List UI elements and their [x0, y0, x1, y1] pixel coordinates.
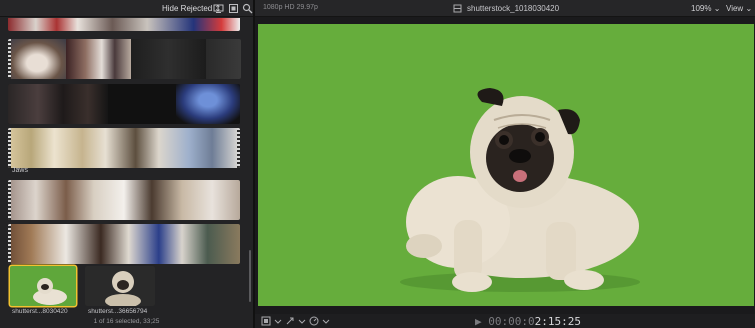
- filmstrip-clip[interactable]: [8, 39, 241, 79]
- filmstrip-clip[interactable]: [8, 128, 240, 168]
- filmstrip-clip[interactable]: [8, 224, 240, 264]
- viewer-header: 1080p HD 29.97p shutterstock_1018030420 …: [255, 0, 755, 17]
- timecode-current: 2:15:25: [534, 315, 581, 328]
- clip-label: Jaws: [12, 167, 28, 174]
- clip-thumbnail[interactable]: [85, 266, 155, 306]
- zoom-menu[interactable]: 109% ⌄: [691, 4, 720, 13]
- video-canvas[interactable]: [258, 24, 754, 306]
- clip-title: shutterstock_1018030420: [467, 4, 560, 13]
- pug-thumbnail: [33, 278, 67, 305]
- crop-tool-icon[interactable]: [285, 316, 307, 326]
- chevron-down-icon: ⌄: [713, 4, 721, 13]
- pug-image: [258, 24, 754, 306]
- chevron-down-icon: ⌄: [745, 4, 753, 13]
- search-icon[interactable]: [242, 3, 253, 14]
- scrollbar[interactable]: [249, 250, 251, 302]
- clip-name: shutterst...8030420: [12, 308, 68, 315]
- filmstrip-clip[interactable]: [8, 18, 240, 31]
- filmstrip-clip[interactable]: [8, 180, 240, 220]
- browser-panel: Hide Rejected ⇕ shutterst...8030420 shut…: [0, 0, 253, 328]
- view-menu-label: View: [726, 4, 744, 13]
- filmstrip-icon[interactable]: [228, 3, 239, 14]
- zoom-value: 109%: [691, 4, 712, 13]
- film-icon: [453, 4, 462, 13]
- speed-icon[interactable]: [309, 316, 331, 326]
- browser-header: Hide Rejected ⇕: [0, 0, 253, 17]
- clip-thumbnail-selected[interactable]: [10, 266, 76, 306]
- viewer-panel: 1080p HD 29.97p shutterstock_1018030420 …: [253, 0, 755, 328]
- view-menu[interactable]: View ⌄: [726, 4, 752, 13]
- clip-name: shutterst...36656794: [88, 308, 148, 315]
- transform-icon[interactable]: [261, 316, 283, 326]
- selection-status: 1 of 16 selected, 33;25: [93, 318, 160, 325]
- timecode-dim: ▶ 00:00:0: [475, 315, 535, 328]
- clip-list[interactable]: shutterst...8030420 shutterst...36656794: [0, 18, 253, 315]
- filmstrip-clip[interactable]: [8, 84, 240, 124]
- format-label: 1080p HD 29.97p: [263, 4, 318, 11]
- clip-appearance-icon[interactable]: [213, 3, 224, 14]
- viewer-footer: ▶ 00:00:02:15:25: [255, 314, 755, 328]
- pug-thumbnail: [85, 266, 155, 306]
- timecode-display[interactable]: ▶ 00:00:02:15:25: [475, 315, 581, 328]
